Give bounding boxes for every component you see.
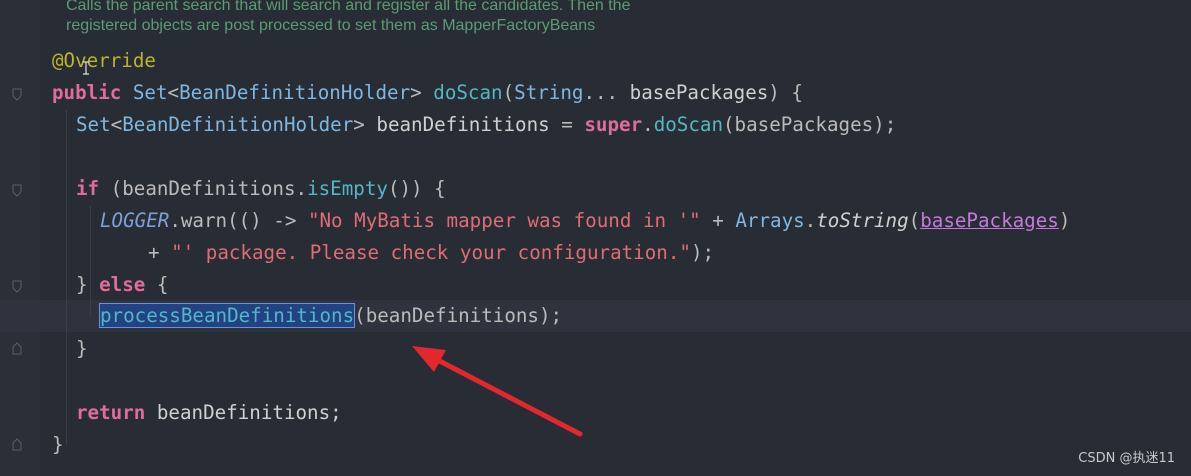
- red-arrow-annotation: [412, 346, 583, 437]
- watermark: CSDN @执迷11: [1078, 451, 1175, 466]
